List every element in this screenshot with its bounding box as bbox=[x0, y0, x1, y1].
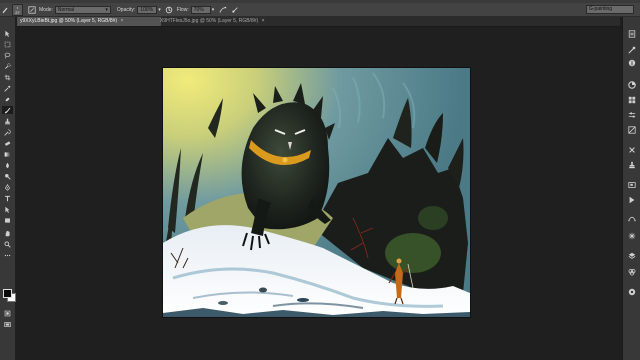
opacity-slider-icon[interactable]: ▾ bbox=[158, 7, 161, 13]
marquee-tool-icon[interactable] bbox=[2, 40, 13, 48]
path-selection-tool-icon[interactable] bbox=[2, 205, 13, 213]
move-tool-icon[interactable] bbox=[2, 29, 13, 37]
flow-slider-icon[interactable]: ▾ bbox=[212, 7, 215, 13]
tab-document-1[interactable]: y9XXyLBieBt.jpg @ 50% (Layer 5, RGB/8#) … bbox=[17, 17, 161, 26]
flow-value: 70% bbox=[193, 6, 204, 13]
clone-source-icon[interactable] bbox=[627, 160, 637, 170]
opacity-value: 100% bbox=[140, 6, 154, 13]
pen-tool-icon[interactable] bbox=[2, 183, 13, 191]
history-brush-tool-icon[interactable] bbox=[2, 128, 13, 136]
flow-control: Flow: 70% ▾ bbox=[176, 5, 215, 14]
type-tool-icon[interactable] bbox=[2, 194, 13, 202]
document-tabs: y9XXyLBieBt.jpg @ 50% (Layer 5, RGB/8#) … bbox=[17, 17, 620, 27]
mode-value: Normal bbox=[57, 6, 75, 13]
quick-selection-tool-icon[interactable] bbox=[2, 62, 13, 70]
brush-presets-icon[interactable] bbox=[627, 45, 637, 55]
foreground-color-swatch[interactable] bbox=[3, 289, 12, 298]
color-panel-icon[interactable] bbox=[627, 80, 637, 90]
layers-panel-icon[interactable] bbox=[627, 251, 637, 261]
paths-panel-icon[interactable] bbox=[627, 213, 637, 223]
document-canvas[interactable] bbox=[163, 68, 470, 317]
properties-panel-icon[interactable] bbox=[627, 231, 637, 241]
styles-panel-icon[interactable] bbox=[627, 125, 637, 135]
pressure-opacity-icon[interactable] bbox=[165, 5, 174, 14]
tab-label: X9HTFlesJ5o.jpg @ 50% (Layer 5, RGB/8#) bbox=[160, 18, 259, 24]
brush-tool-preset-icon[interactable] bbox=[0, 5, 9, 14]
color-wheel-icon[interactable] bbox=[627, 287, 637, 297]
swatches-panel-icon[interactable] bbox=[627, 95, 637, 105]
brush-size-picker[interactable]: • 27 bbox=[12, 3, 23, 16]
blur-tool-icon[interactable] bbox=[2, 161, 13, 169]
flow-field[interactable]: 70% bbox=[190, 5, 211, 14]
dodge-tool-icon[interactable] bbox=[2, 172, 13, 180]
close-icon[interactable]: × bbox=[120, 18, 123, 24]
navigator-panel-icon[interactable] bbox=[627, 180, 637, 190]
info-panel-icon[interactable] bbox=[627, 58, 637, 68]
hand-tool-icon[interactable] bbox=[2, 229, 13, 237]
tab-document-2[interactable]: X9HTFlesJ5o.jpg @ 50% (Layer 5, RGB/8#) … bbox=[157, 17, 293, 26]
quick-mask-icon[interactable] bbox=[2, 309, 13, 317]
screen-mode-icon[interactable] bbox=[2, 320, 13, 328]
opacity-label: Opacity: bbox=[116, 6, 136, 13]
chevron-down-icon: ▾ bbox=[105, 6, 108, 13]
workspace-switcher[interactable]: G-painting bbox=[586, 5, 634, 14]
eraser-tool-icon[interactable] bbox=[2, 139, 13, 147]
pressure-size-icon[interactable] bbox=[230, 5, 239, 14]
shape-tool-icon[interactable] bbox=[2, 216, 13, 224]
eyedropper-tool-icon[interactable] bbox=[2, 84, 13, 92]
tab-label: y9XXyLBieBt.jpg @ 50% (Layer 5, RGB/8#) bbox=[20, 18, 118, 24]
adjustments-panel-icon[interactable] bbox=[627, 110, 637, 120]
options-bar: • 27 Mode: Normal ▾ Opacity: 100% ▾ Flow… bbox=[0, 3, 640, 17]
painting-artwork bbox=[163, 68, 470, 317]
opacity-field[interactable]: 100% bbox=[137, 5, 158, 14]
tools-panel bbox=[0, 17, 16, 360]
tool-presets-icon[interactable] bbox=[627, 145, 637, 155]
brush-panel-icon[interactable] bbox=[27, 5, 36, 14]
close-icon[interactable]: × bbox=[262, 18, 265, 24]
channels-panel-icon[interactable] bbox=[627, 267, 637, 277]
extra-tools-icon[interactable] bbox=[2, 251, 13, 259]
flow-label: Flow: bbox=[176, 6, 189, 13]
mode-dropdown[interactable]: Normal ▾ bbox=[54, 5, 111, 14]
crop-tool-icon[interactable] bbox=[2, 73, 13, 81]
mode-label: Mode: bbox=[39, 6, 53, 13]
history-panel-icon[interactable] bbox=[627, 29, 637, 39]
airbrush-icon[interactable] bbox=[218, 5, 227, 14]
actions-panel-icon[interactable] bbox=[627, 195, 637, 205]
brush-tool-icon[interactable] bbox=[2, 106, 13, 114]
lasso-tool-icon[interactable] bbox=[2, 51, 13, 59]
workspace-value: G-painting bbox=[589, 6, 613, 12]
panel-dock bbox=[622, 17, 640, 360]
brush-size-value: 27 bbox=[15, 9, 20, 15]
healing-brush-tool-icon[interactable] bbox=[2, 95, 13, 103]
zoom-tool-icon[interactable] bbox=[2, 240, 13, 248]
mode-control: Mode: Normal ▾ bbox=[39, 5, 111, 14]
opacity-control: Opacity: 100% ▾ bbox=[116, 5, 161, 14]
gradient-tool-icon[interactable] bbox=[2, 150, 13, 158]
clone-stamp-tool-icon[interactable] bbox=[2, 117, 13, 125]
